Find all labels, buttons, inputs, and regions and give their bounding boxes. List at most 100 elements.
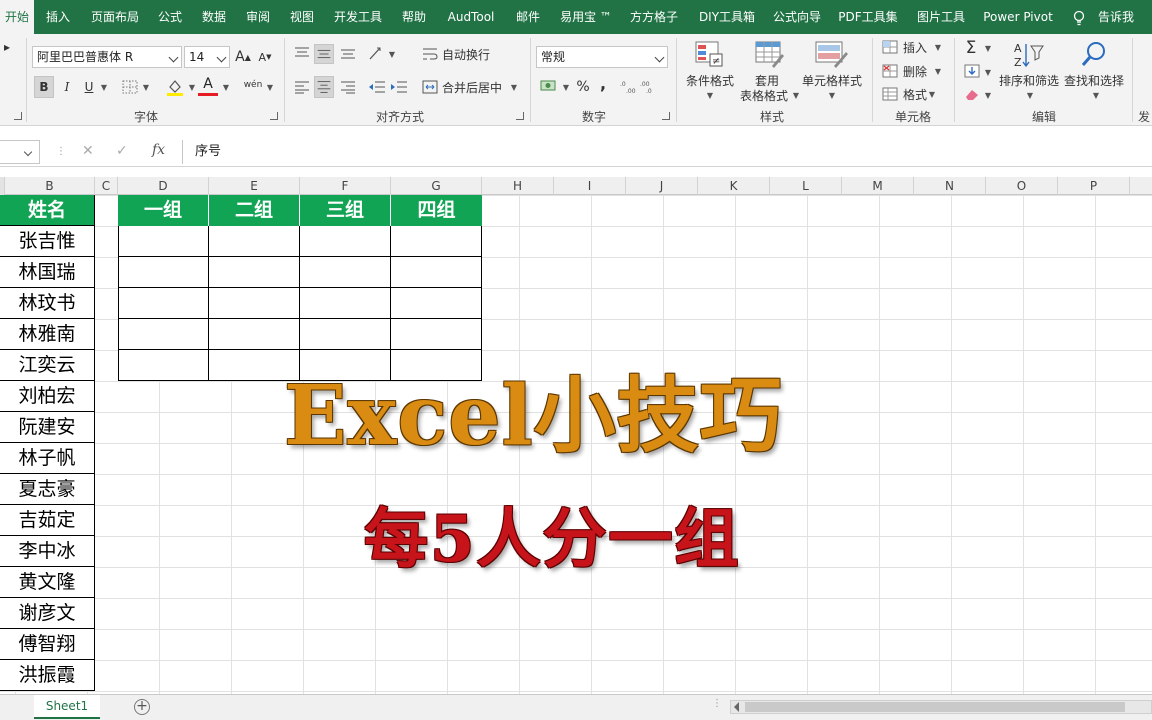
column-header-m[interactable]: M [842, 177, 914, 195]
align-bottom-icon[interactable] [340, 46, 356, 60]
conditional-format-label[interactable]: 条件格式 [684, 74, 736, 88]
add-sheet-icon[interactable]: + [134, 699, 150, 715]
name-cell[interactable]: 江奕云 [0, 350, 95, 381]
column-header-c[interactable]: C [95, 177, 118, 195]
cell-styles-label[interactable]: 单元格样式 [800, 74, 864, 88]
tab-audtool[interactable]: AudTool [440, 0, 502, 34]
group-cell[interactable] [300, 288, 391, 319]
group-header-3[interactable]: 三组 [300, 195, 391, 226]
tab-diy-toolbox[interactable]: DIY工具箱 [692, 0, 762, 34]
tab-power-pivot[interactable]: Power Pivot [980, 0, 1056, 34]
number-launcher-icon[interactable] [662, 112, 670, 120]
group-cell[interactable] [209, 226, 300, 257]
autosum-button[interactable]: Σ [962, 38, 980, 58]
formula-input[interactable]: 序号 [182, 140, 1152, 164]
underline-button[interactable]: U [80, 76, 98, 98]
grow-font-button[interactable]: A ▲ [234, 46, 252, 68]
sheet-tab-sheet1[interactable]: Sheet1 [34, 695, 100, 719]
column-header-n[interactable]: N [914, 177, 986, 195]
italic-button[interactable]: I [58, 76, 76, 98]
column-header-j[interactable]: J [626, 177, 698, 195]
name-cell[interactable]: 林玟书 [0, 288, 95, 319]
group-cell[interactable] [300, 319, 391, 350]
group-cell[interactable] [300, 257, 391, 288]
group-header-1[interactable]: 一组 [118, 195, 209, 226]
column-header-o[interactable]: O [986, 177, 1058, 195]
group-header-2[interactable]: 二组 [209, 195, 300, 226]
name-cell[interactable]: 李中冰 [0, 536, 95, 567]
delete-cells-button[interactable]: 删除 [900, 62, 930, 80]
group-cell[interactable] [118, 350, 209, 381]
group-cell[interactable] [391, 257, 482, 288]
name-cell[interactable]: 谢彦文 [0, 598, 95, 629]
cell-styles-dropdown[interactable]: ▼ [826, 90, 836, 100]
merge-center-icon[interactable] [422, 80, 438, 94]
column-header-q[interactable] [1130, 177, 1152, 195]
name-cell[interactable]: 夏志豪 [0, 474, 95, 505]
tab-tell-me[interactable]: 告诉我 [1094, 0, 1138, 34]
percent-button[interactable]: % [574, 76, 592, 98]
alignment-launcher-icon[interactable] [516, 112, 524, 120]
insert-cells-dropdown[interactable]: ▼ [932, 38, 942, 56]
insert-function-icon[interactable]: fx [152, 142, 165, 158]
bold-button[interactable]: B [34, 76, 54, 98]
comma-button[interactable]: , [596, 72, 610, 94]
group-cell[interactable] [118, 319, 209, 350]
group-cell[interactable] [300, 226, 391, 257]
tab-pdf-tools[interactable]: PDF工具集 [834, 0, 902, 34]
name-cell[interactable]: 林国瑞 [0, 257, 95, 288]
group-cell[interactable] [391, 319, 482, 350]
conditional-format-dropdown[interactable]: ▼ [704, 90, 714, 100]
font-launcher-icon[interactable] [270, 112, 278, 120]
phonetic-button[interactable]: wén [242, 74, 264, 96]
group-cell[interactable] [118, 257, 209, 288]
borders-icon[interactable] [122, 80, 138, 94]
tab-splitter-icon[interactable]: ⋮ [712, 698, 722, 709]
conditional-format-icon[interactable]: ≠ [694, 40, 724, 68]
scroll-left-icon[interactable] [734, 702, 739, 712]
cell-styles-icon[interactable] [814, 40, 848, 68]
name-cell[interactable]: 傅智翔 [0, 629, 95, 660]
name-cell[interactable]: 黄文隆 [0, 567, 95, 598]
format-cells-icon[interactable] [882, 87, 898, 101]
name-cell[interactable]: 林子帆 [0, 443, 95, 474]
font-size-select[interactable]: 14 [184, 46, 230, 68]
fill-down-dropdown[interactable]: ▼ [982, 64, 992, 80]
group-cell[interactable] [391, 226, 482, 257]
tab-formula-wizard[interactable]: 公式向导 [768, 0, 826, 34]
insert-cells-icon[interactable] [882, 40, 898, 54]
fill-down-icon[interactable] [964, 64, 980, 78]
fill-color-dropdown[interactable]: ▼ [186, 76, 196, 98]
tab-formulas[interactable]: 公式 [152, 0, 188, 34]
column-header-l[interactable]: L [770, 177, 842, 195]
group-cell[interactable] [209, 319, 300, 350]
name-box[interactable] [0, 140, 40, 164]
enter-icon[interactable]: ✓ [116, 143, 128, 159]
group-cell[interactable] [391, 288, 482, 319]
shrink-font-button[interactable]: A ▼ [256, 46, 274, 68]
merge-center-button[interactable]: 合并后居中 [442, 76, 504, 98]
delete-cells-dropdown[interactable]: ▼ [932, 62, 942, 80]
name-cell[interactable]: 阮建安 [0, 412, 95, 443]
tab-data[interactable]: 数据 [196, 0, 232, 34]
wrap-text-button[interactable]: 自动换行 [442, 44, 492, 64]
decrease-indent-icon[interactable] [368, 80, 386, 94]
group-cell[interactable] [209, 288, 300, 319]
orientation-dropdown[interactable]: ▼ [386, 44, 396, 64]
delete-cells-icon[interactable] [882, 64, 898, 78]
clear-dropdown[interactable]: ▼ [982, 87, 992, 103]
insert-cells-button[interactable]: 插入 [900, 38, 930, 56]
align-left-icon[interactable] [294, 80, 310, 94]
group-cell[interactable] [209, 257, 300, 288]
tab-help[interactable]: 帮助 [396, 0, 432, 34]
fill-color-icon[interactable] [166, 78, 184, 96]
name-cell[interactable]: 林雅南 [0, 319, 95, 350]
group-cell[interactable] [118, 288, 209, 319]
column-header-p[interactable]: P [1058, 177, 1130, 195]
column-header-b[interactable]: B [5, 177, 95, 195]
align-right-icon[interactable] [340, 80, 356, 94]
column-header-k[interactable]: K [698, 177, 770, 195]
tab-home[interactable]: 开始 [0, 0, 34, 34]
find-select-label[interactable]: 查找和选择 [1062, 74, 1126, 88]
merge-center-dropdown[interactable]: ▼ [508, 76, 518, 98]
